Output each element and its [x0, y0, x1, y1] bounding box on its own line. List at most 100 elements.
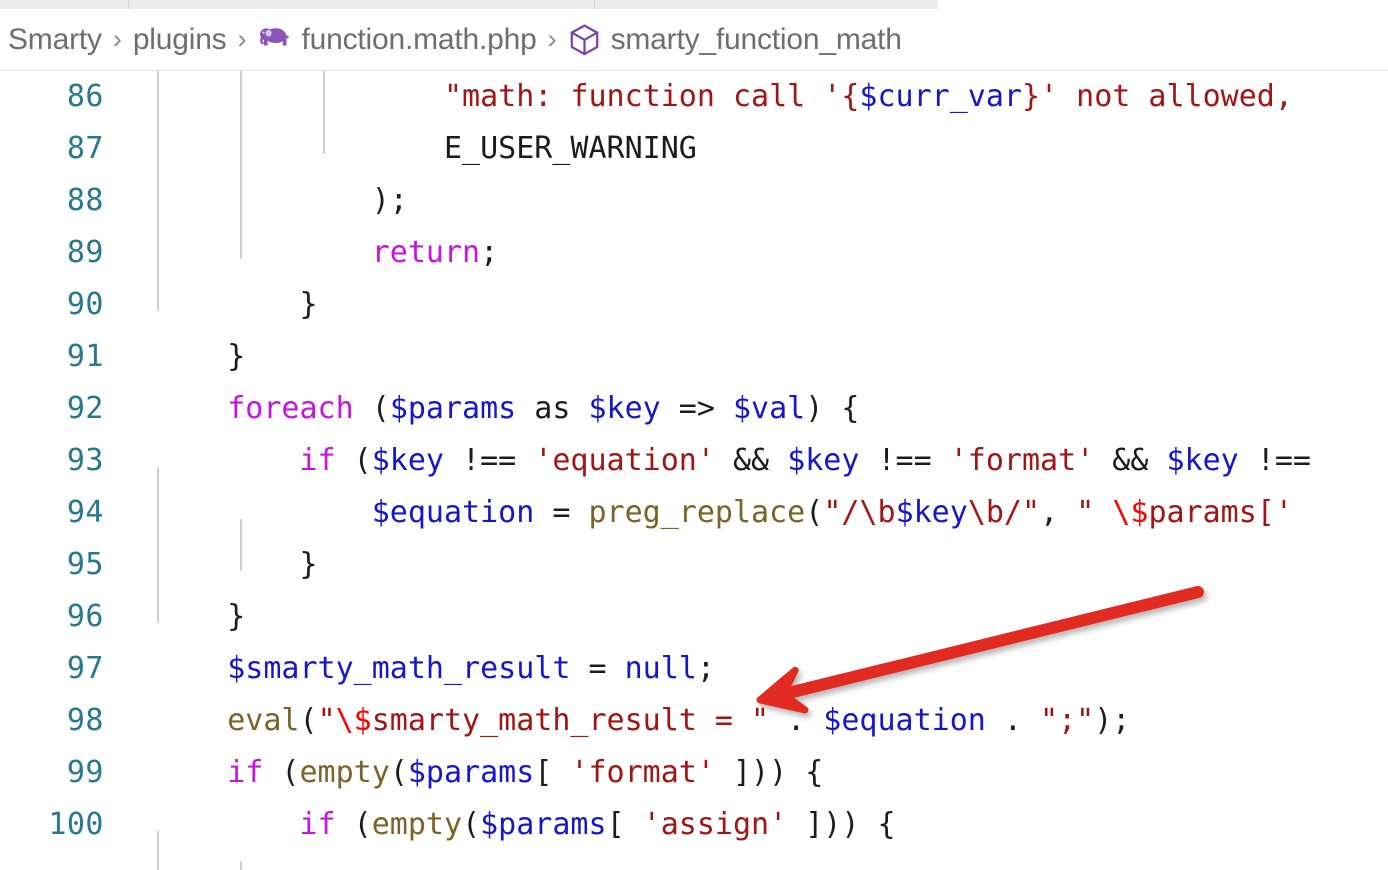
code-token: }: [155, 547, 318, 582]
code-line[interactable]: 87 E_USER_WARNING: [0, 123, 1388, 175]
code-token: !==: [859, 443, 950, 478]
code-token: }: [155, 339, 246, 374]
code-token: &&: [1094, 443, 1167, 478]
code-token: foreach: [227, 391, 354, 426]
code-token: ": [1076, 495, 1113, 530]
code-token: $equation: [823, 703, 986, 738]
code-line-content[interactable]: }: [155, 591, 245, 643]
code-token: (: [335, 443, 372, 478]
code-token: $curr_var: [859, 79, 1022, 114]
code-token: \$: [1112, 495, 1149, 530]
code-line[interactable]: 93 if ($key !== 'equation' && $key !== '…: [0, 435, 1388, 487]
code-token: (: [299, 703, 318, 738]
code-editor[interactable]: 86 "math: function call '{$curr_var}' no…: [0, 71, 1388, 870]
code-line[interactable]: 90 }: [0, 279, 1388, 331]
code-line[interactable]: 96 }: [0, 591, 1388, 643]
breadcrumb: Smarty › plugins › function.math.php › s…: [0, 9, 1388, 71]
code-token: ": [317, 703, 336, 738]
code-token: $key: [895, 495, 968, 530]
code-token: if: [227, 755, 264, 790]
code-line-content[interactable]: E_USER_WARNING: [155, 123, 697, 175]
code-token: $key: [787, 443, 860, 478]
line-number: 90: [66, 287, 104, 322]
line-number: 100: [48, 807, 104, 842]
code-line-content[interactable]: "math: function call '{$curr_var}' not a…: [155, 71, 1293, 123]
breadcrumb-item-smarty[interactable]: Smarty: [8, 23, 102, 57]
code-token: $key: [588, 391, 661, 426]
code-token: &&: [714, 443, 788, 478]
breadcrumb-separator: ›: [237, 24, 247, 54]
line-number: 92: [66, 391, 104, 426]
code-token: ])) {: [787, 807, 896, 842]
code-token: }: [1021, 79, 1041, 114]
code-line-content[interactable]: }: [155, 279, 318, 331]
code-line-content[interactable]: if ($key !== 'equation' && $key !== 'for…: [155, 435, 1312, 487]
line-number: 89: [66, 235, 104, 270]
code-line-content[interactable]: foreach ($params as $key => $val) {: [155, 383, 859, 435]
cube-icon: [568, 23, 601, 57]
code-token: (: [353, 391, 390, 426]
line-number: 87: [66, 131, 104, 166]
code-token: params[': [1148, 495, 1293, 530]
line-number: 96: [66, 599, 104, 634]
code-line-content[interactable]: }: [155, 539, 318, 591]
code-line-content[interactable]: );: [155, 175, 408, 227]
line-number: 86: [66, 79, 104, 114]
code-token: eval: [227, 703, 300, 738]
code-line-content[interactable]: if (empty($params[ 'format' ])) {: [155, 747, 823, 799]
code-line-content[interactable]: return;: [155, 227, 498, 279]
line-number: 97: [66, 651, 104, 686]
code-line[interactable]: 99 if (empty($params[ 'format' ])) {: [0, 747, 1388, 799]
line-number: 91: [66, 339, 104, 374]
code-line[interactable]: 97 $smarty_math_result = null;: [0, 643, 1388, 695]
code-token: (: [389, 755, 408, 790]
code-token: 'equation': [534, 443, 715, 478]
code-line-content[interactable]: eval("\$smarty_math_result = " . $equati…: [155, 695, 1130, 747]
line-number: 94: [66, 495, 104, 530]
code-token: !==: [444, 443, 535, 478]
code-token: empty: [299, 755, 390, 790]
code-token: );: [1094, 703, 1131, 738]
code-token: =: [534, 495, 589, 530]
code-token: E_USER_WARNING: [443, 131, 697, 166]
code-token: $smarty_math_result: [227, 651, 571, 686]
code-line[interactable]: 98 eval("\$smarty_math_result = " . $equ…: [0, 695, 1388, 747]
code-line-content[interactable]: $equation = preg_replace("/\b$key\b/", "…: [155, 487, 1293, 539]
code-line-content[interactable]: $smarty_math_result = null;: [155, 643, 715, 695]
line-number: 95: [66, 547, 104, 582]
code-token: ";": [1040, 703, 1095, 738]
code-line[interactable]: 94 $equation = preg_replace("/\b$key\b/"…: [0, 487, 1388, 539]
code-line[interactable]: 92 foreach ($params as $key => $val) {: [0, 383, 1388, 435]
breadcrumb-item-file[interactable]: function.math.php: [301, 23, 536, 57]
code-token: (: [462, 807, 481, 842]
code-token: =>: [660, 391, 733, 426]
code-token: [: [606, 807, 643, 842]
code-line[interactable]: 91 }: [0, 331, 1388, 383]
code-token: (: [805, 495, 824, 530]
code-token: (: [263, 755, 300, 790]
code-line-list: 86 "math: function call '{$curr_var}' no…: [0, 71, 1388, 851]
code-line[interactable]: 89 return;: [0, 227, 1388, 279]
code-line[interactable]: 86 "math: function call '{$curr_var}' no…: [0, 71, 1388, 123]
breadcrumb-item-plugins[interactable]: plugins: [133, 23, 227, 57]
code-line[interactable]: 95 }: [0, 539, 1388, 591]
editor-tab-strip[interactable]: [0, 0, 938, 9]
code-token: }: [155, 287, 318, 322]
code-line[interactable]: 100 if (empty($params[ 'assign' ])) {: [0, 799, 1388, 851]
tab-divider: [594, 0, 595, 9]
breadcrumb-item-symbol[interactable]: smarty_function_math: [611, 23, 902, 57]
code-line[interactable]: 88 );: [0, 175, 1388, 227]
code-token: $key: [371, 443, 444, 478]
code-token: preg_replace: [588, 495, 806, 530]
code-token: [: [534, 755, 571, 790]
code-token: \b/": [967, 495, 1041, 530]
code-token: ,: [1040, 495, 1077, 530]
code-line-content[interactable]: }: [155, 331, 245, 383]
code-token: =: [570, 651, 625, 686]
code-line-content[interactable]: if (empty($params[ 'assign' ])) {: [155, 799, 896, 851]
